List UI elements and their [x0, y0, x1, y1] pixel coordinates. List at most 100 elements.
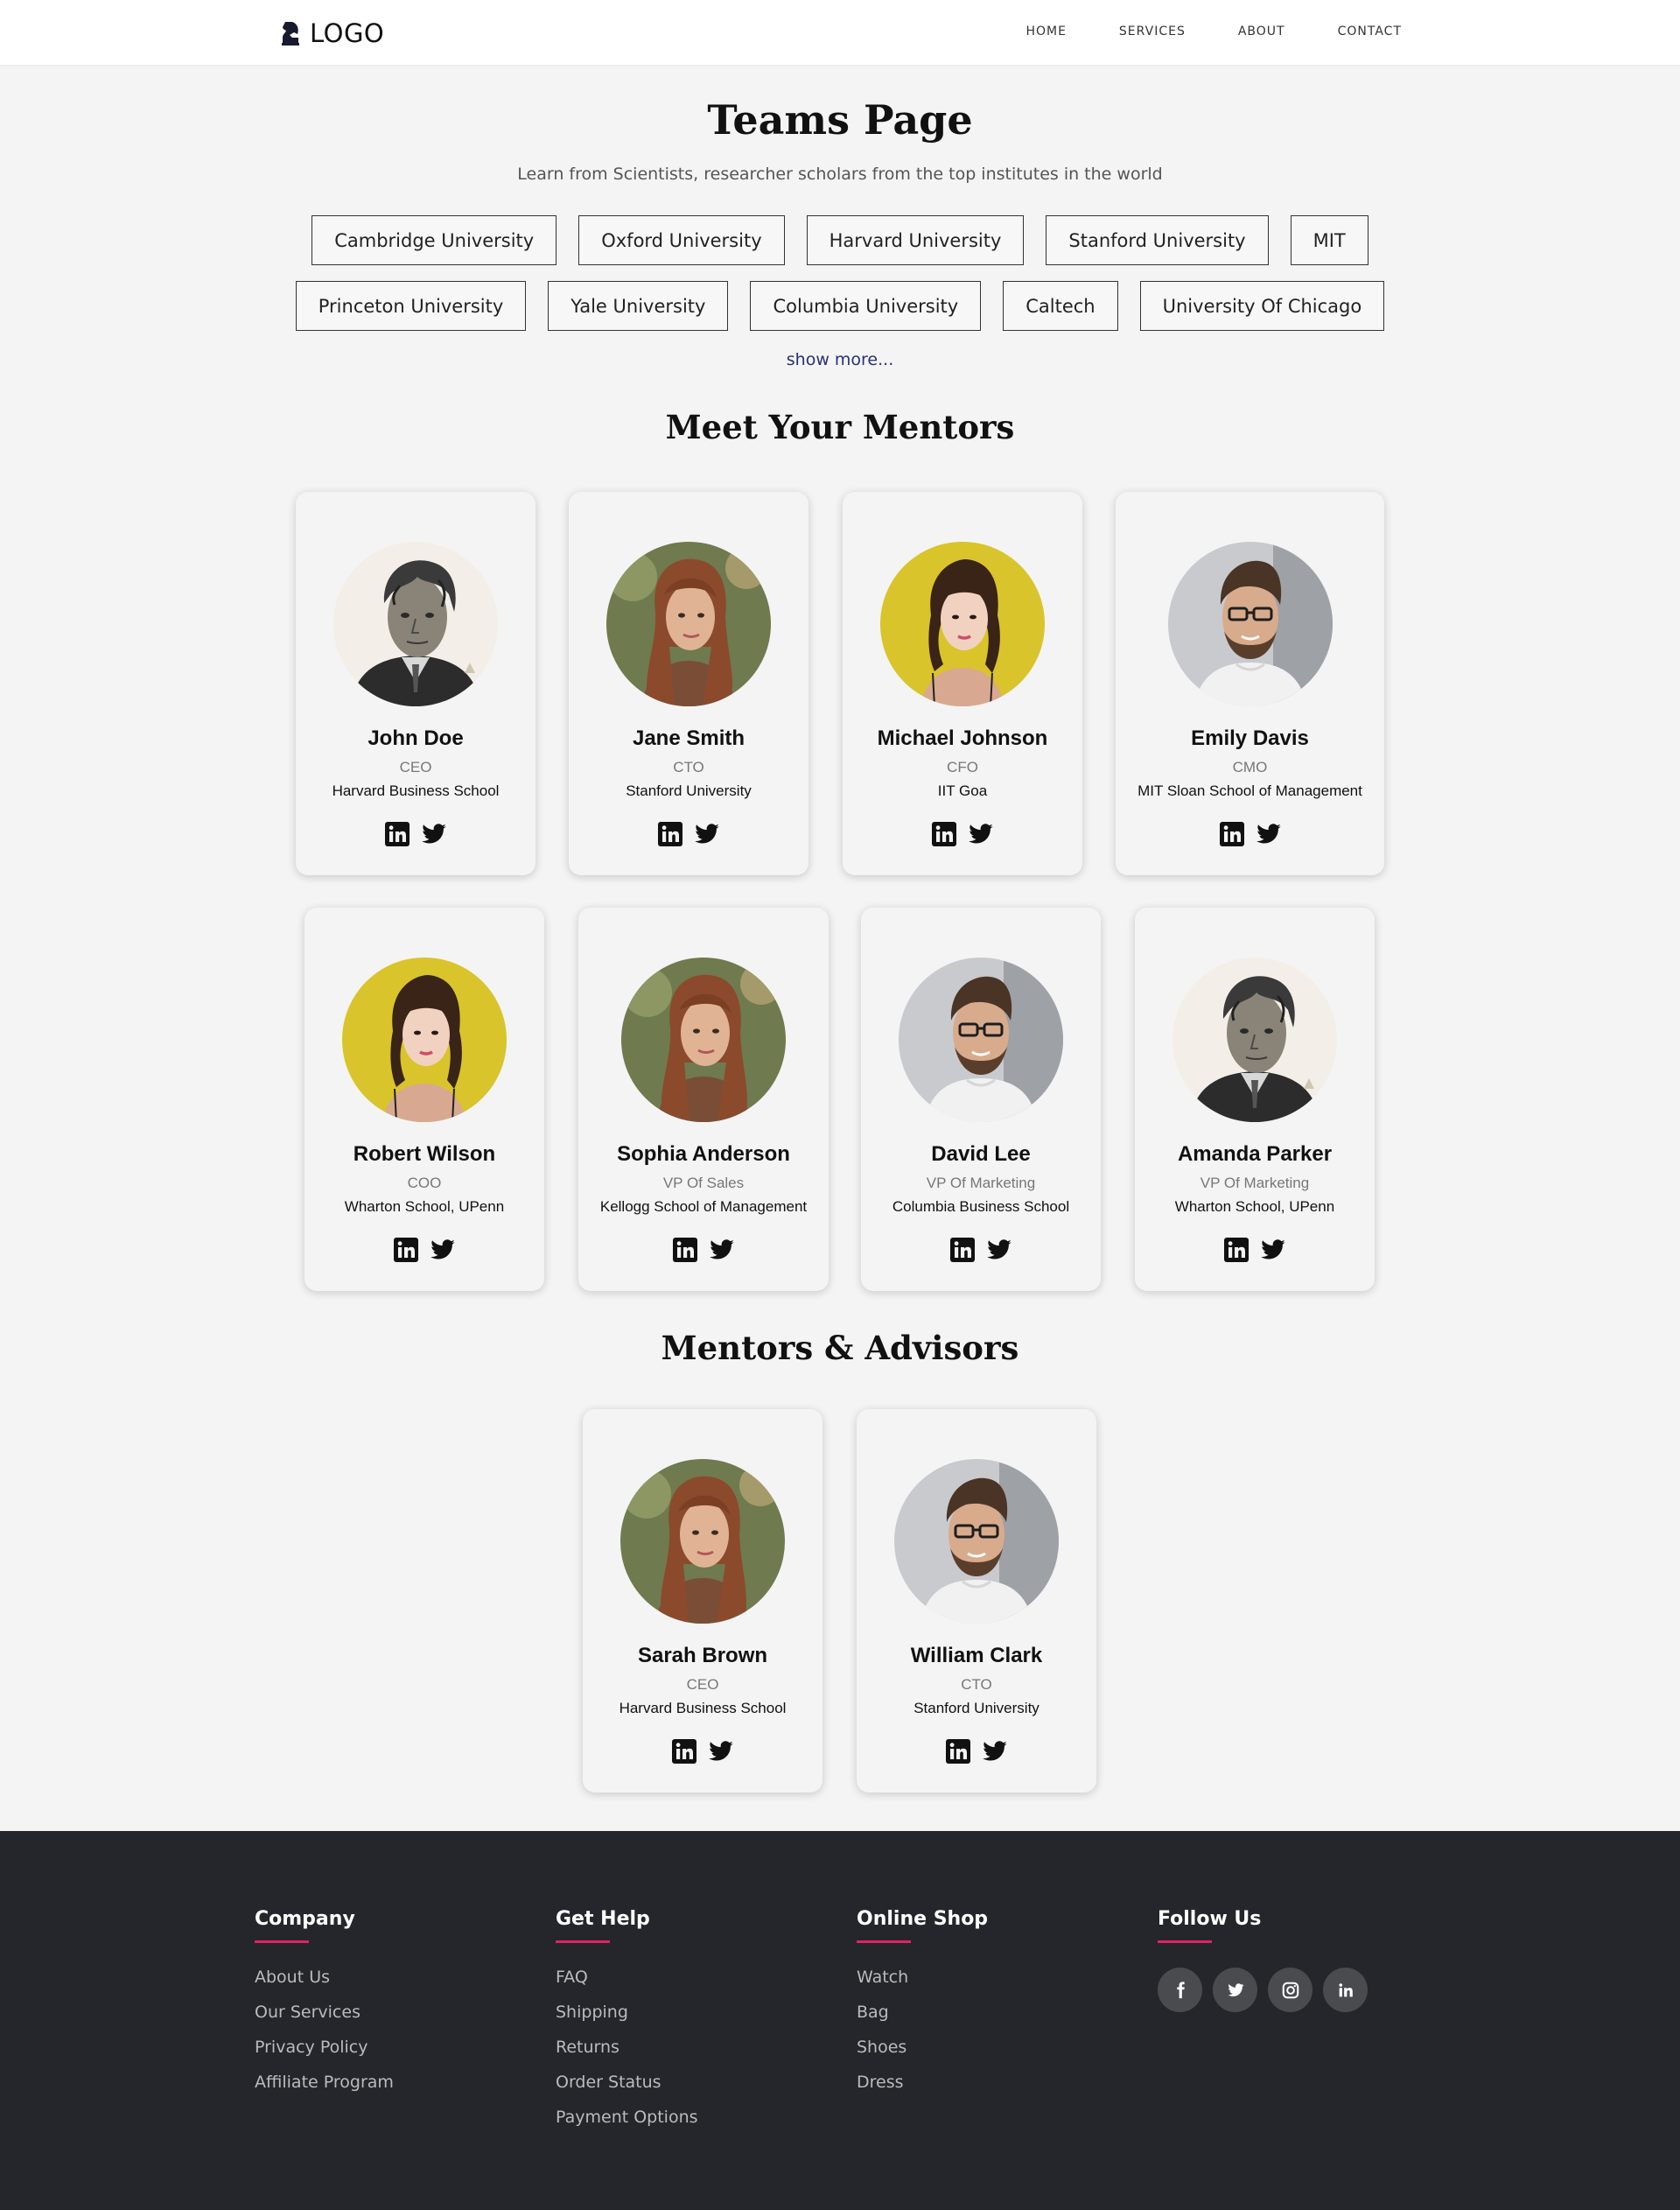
logo-text: LOGO — [310, 18, 385, 48]
show-more-link[interactable]: show more... — [0, 350, 1680, 369]
footer-social-icons — [1158, 1968, 1368, 2012]
footer-title-underline — [255, 1940, 309, 1943]
footer-link[interactable]: Order Status — [556, 2073, 698, 2108]
footer-column-title: Follow Us — [1158, 1908, 1262, 1930]
footer-column-online-shop: Online Shop Watch Bag Shoes Dress — [857, 1908, 988, 2108]
linkedin-icon[interactable] — [1223, 1237, 1250, 1263]
member-social-links — [583, 1738, 822, 1764]
member-social-links — [861, 1237, 1101, 1263]
footer-link[interactable]: FAQ — [556, 1968, 698, 2003]
member-name: David Lee — [931, 1142, 1031, 1166]
twitter-icon[interactable] — [708, 1738, 734, 1764]
main-nav: HOME SERVICES ABOUT CONTACT — [1026, 25, 1402, 39]
twitter-icon[interactable] — [968, 821, 994, 847]
nav-services[interactable]: SERVICES — [1119, 25, 1186, 39]
linkedin-icon[interactable] — [393, 1237, 419, 1263]
member-social-links — [569, 821, 808, 847]
member-school: IIT Goa — [937, 782, 988, 799]
twitter-icon[interactable] — [421, 821, 447, 847]
footer-column-get-help: Get Help FAQ Shipping Returns Order Stat… — [556, 1908, 698, 2143]
instagram-icon[interactable] — [1268, 1968, 1312, 2012]
avatar — [621, 958, 786, 1122]
twitter-icon[interactable] — [694, 821, 720, 847]
twitter-icon[interactable] — [986, 1237, 1012, 1263]
member-social-links — [1135, 1237, 1375, 1263]
twitter-icon[interactable] — [709, 1237, 735, 1263]
university-chip[interactable]: Princeton University — [295, 281, 527, 331]
nav-about[interactable]: ABOUT — [1238, 25, 1285, 39]
university-chip[interactable]: University Of Chicago — [1139, 281, 1385, 331]
member-role: CEO — [399, 759, 432, 775]
twitter-icon[interactable] — [1213, 1968, 1257, 2012]
member-name: Emily Davis — [1191, 726, 1309, 750]
footer-title-underline — [1158, 1940, 1212, 1943]
member-role: VP Of Sales — [662, 1175, 745, 1191]
mentor-card: Sophia Anderson VP Of Sales Kellogg Scho… — [578, 908, 829, 1291]
footer-link[interactable]: Bag — [857, 2003, 988, 2038]
member-school: Kellogg School of Management — [599, 1198, 808, 1215]
facebook-icon[interactable] — [1158, 1968, 1202, 2012]
footer-link[interactable]: Shipping — [556, 2003, 698, 2038]
member-role: CEO — [686, 1676, 719, 1693]
footer-link[interactable]: Returns — [556, 2038, 698, 2073]
member-role: CFO — [947, 759, 978, 775]
avatar — [1167, 542, 1333, 706]
footer-link[interactable]: Privacy Policy — [255, 2038, 394, 2073]
advisor-card: Sarah Brown CEO Harvard Business School — [583, 1409, 822, 1793]
mentor-card: Jane Smith CTO Stanford University — [569, 492, 808, 875]
member-school: MIT Sloan School of Management — [1138, 782, 1362, 799]
footer-link[interactable]: Payment Options — [556, 2108, 698, 2143]
member-name: Sarah Brown — [637, 1644, 768, 1667]
member-school: Harvard Business School — [619, 1700, 787, 1716]
avatar — [880, 542, 1045, 706]
page-subtitle: Learn from Scientists, researcher schola… — [517, 165, 1163, 184]
footer-link[interactable]: Watch — [857, 1968, 988, 2003]
linkedin-icon[interactable] — [949, 1237, 976, 1263]
university-chip[interactable]: Stanford University — [1046, 215, 1269, 265]
mentor-card: Michael Johnson CFO IIT Goa — [843, 492, 1082, 875]
linkedin-icon[interactable] — [671, 1738, 697, 1764]
footer-link[interactable]: Affiliate Program — [255, 2073, 394, 2108]
avatar — [333, 542, 498, 706]
university-chip[interactable]: Harvard University — [806, 215, 1025, 265]
mentor-card: Robert Wilson COO Wharton School, UPenn — [304, 908, 544, 1291]
avatar — [342, 958, 507, 1122]
member-name: Amanda Parker — [1177, 1142, 1333, 1166]
linkedin-icon[interactable] — [1219, 821, 1245, 847]
university-chip[interactable]: Caltech — [1003, 281, 1118, 331]
university-chip[interactable]: Columbia University — [750, 281, 982, 331]
member-social-links — [1116, 821, 1384, 847]
twitter-icon[interactable] — [1260, 1237, 1286, 1263]
university-chip[interactable]: Cambridge University — [312, 215, 557, 265]
linkedin-icon[interactable] — [384, 821, 410, 847]
member-school: Harvard Business School — [332, 782, 500, 799]
nav-home[interactable]: HOME — [1026, 25, 1066, 39]
linkedin-icon[interactable] — [657, 821, 683, 847]
footer-link[interactable]: Our Services — [255, 2003, 394, 2038]
member-school: Stanford University — [914, 1700, 1040, 1716]
twitter-icon[interactable] — [982, 1738, 1008, 1764]
member-school: Wharton School, UPenn — [1174, 1198, 1335, 1215]
university-chip[interactable]: Oxford University — [578, 215, 785, 265]
logo[interactable]: LOGO — [280, 18, 384, 49]
linkedin-icon[interactable] — [1323, 1968, 1368, 2012]
page-title: Teams Page — [707, 96, 973, 144]
university-chip[interactable]: Yale University — [548, 281, 729, 331]
footer-title-underline — [857, 1940, 911, 1943]
twitter-icon[interactable] — [430, 1237, 456, 1263]
footer-column-follow-us: Follow Us — [1158, 1908, 1368, 2012]
linkedin-icon[interactable] — [672, 1237, 698, 1263]
linkedin-icon[interactable] — [931, 821, 957, 847]
nav-contact[interactable]: CONTACT — [1338, 25, 1402, 39]
member-name: William Clark — [910, 1644, 1043, 1667]
twitter-icon[interactable] — [1256, 821, 1282, 847]
linkedin-icon[interactable] — [945, 1738, 971, 1764]
footer-link[interactable]: Dress — [857, 2073, 988, 2108]
footer-link[interactable]: Shoes — [857, 2038, 988, 2073]
mentor-card: David Lee VP Of Marketing Columbia Busin… — [861, 908, 1101, 1291]
university-chip[interactable]: MIT — [1290, 215, 1368, 265]
footer-link[interactable]: About Us — [255, 1968, 394, 2003]
avatar — [606, 542, 771, 706]
mentor-card: John Doe CEO Harvard Business School — [296, 492, 536, 875]
avatar — [899, 958, 1063, 1122]
